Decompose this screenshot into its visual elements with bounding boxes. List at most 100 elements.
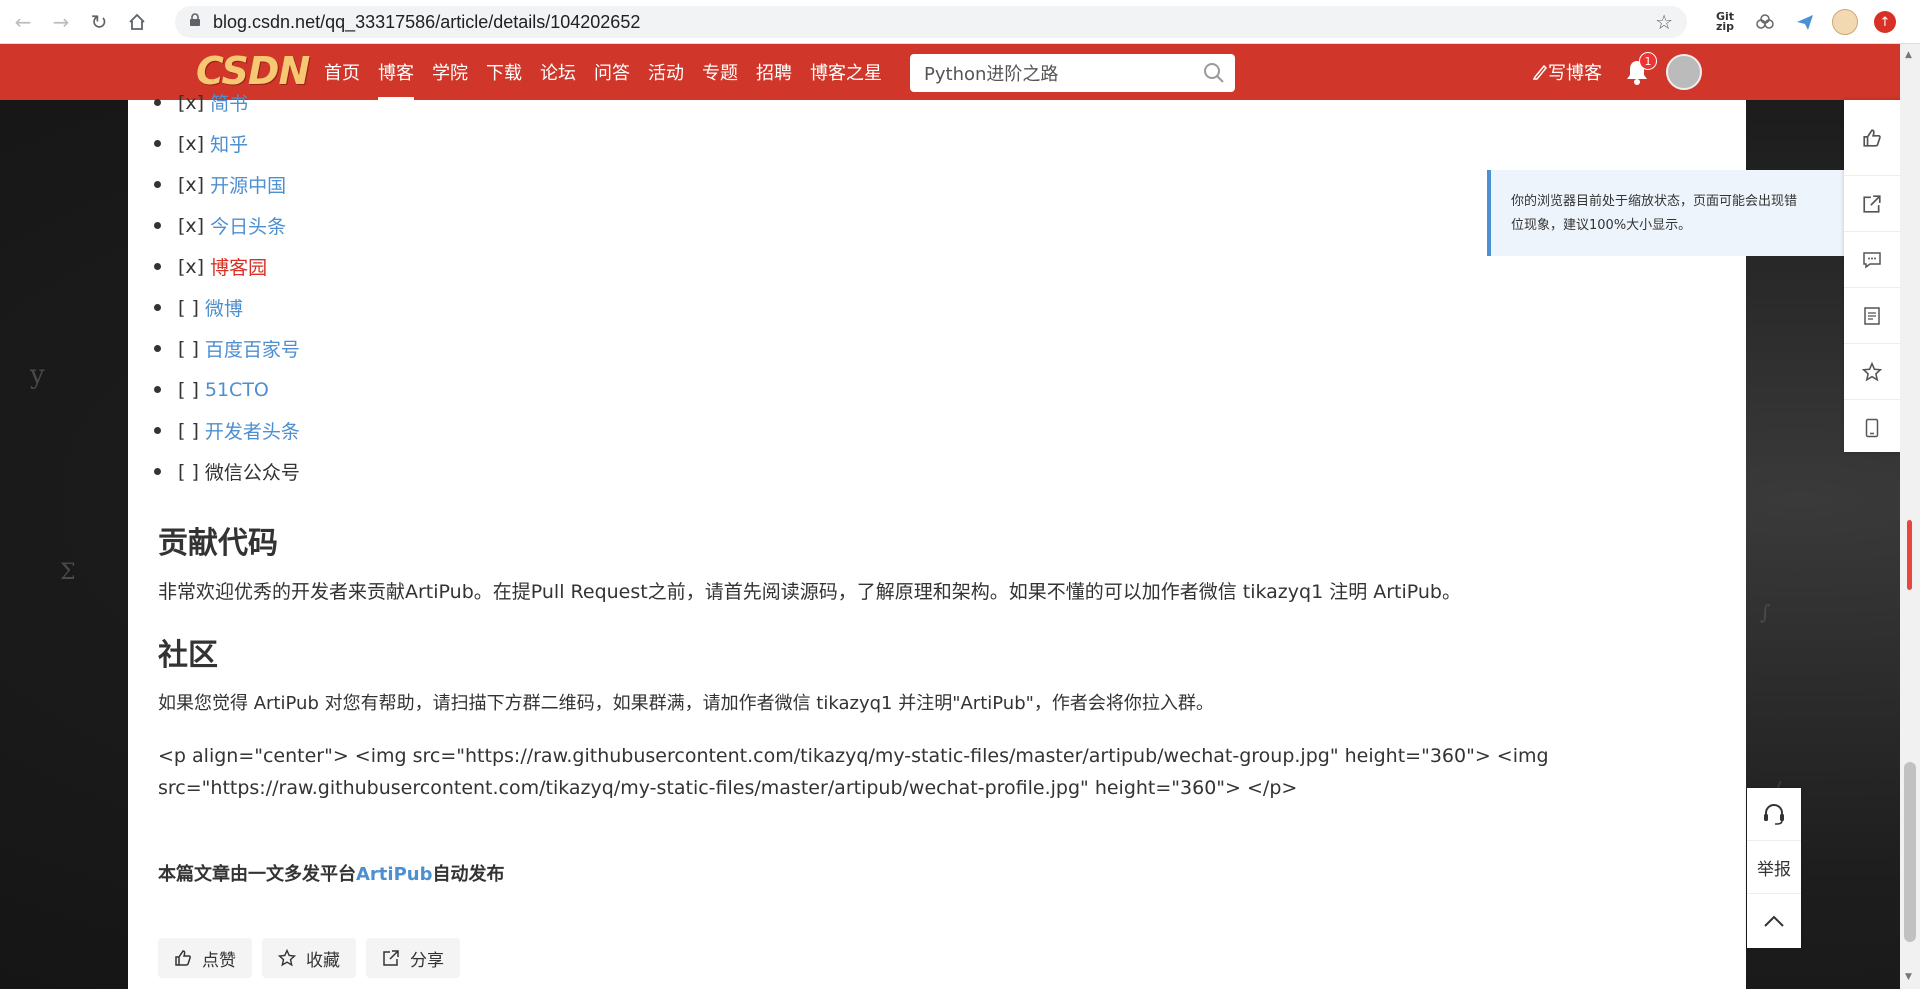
raw-html-text: <p align="center"> <img src="https://raw… (158, 740, 1578, 804)
thumbs-up-icon (1863, 128, 1881, 147)
nav-item-events[interactable]: 活动 (648, 44, 684, 100)
list-item: [x] 知乎 (178, 123, 300, 164)
chalk-scribble: Σ (60, 560, 76, 585)
headset-icon (1764, 804, 1784, 825)
report-button[interactable]: 举报 (1747, 841, 1801, 894)
send-plane-icon[interactable] (1790, 7, 1820, 37)
collect-button[interactable]: 收藏 (262, 938, 356, 978)
chevron-up-icon (1764, 915, 1784, 927)
platform-link[interactable]: 开源中国 (210, 171, 286, 198)
platform-link[interactable]: 开发者头条 (205, 417, 300, 444)
scroll-down-arrow[interactable]: ▼ (1905, 972, 1912, 982)
nav-item-forum[interactable]: 论坛 (540, 44, 576, 100)
list-item: [ ] 开发者头条 (178, 410, 300, 451)
nav-item-academy[interactable]: 学院 (432, 44, 468, 100)
community-text: 如果您觉得 ArtiPub 对您有帮助，请扫描下方群二维码，如果群满，请加作者微… (158, 693, 1214, 714)
float-collect-button[interactable] (1844, 344, 1900, 400)
nav-item-home[interactable]: 首页 (324, 44, 360, 100)
community-heading: 社区 (158, 638, 218, 673)
platform-list: [x] 简书 [x] 知乎 [x] 开源中国 [x] 今日头条 [x] 博客园 [ ] 微博… (178, 82, 300, 492)
home-button[interactable] (122, 7, 152, 37)
chalk-scribble: y (30, 360, 45, 390)
platform-link[interactable]: 简书 (210, 89, 248, 116)
platform-link[interactable]: 知乎 (210, 130, 248, 157)
list-item: [x] 今日头条 (178, 205, 300, 246)
user-avatar[interactable] (1666, 54, 1702, 90)
browser-toolbar: ← → ↻ blog.csdn.net/qq_33317586/article/… (0, 0, 1920, 44)
customer-service-button[interactable] (1747, 788, 1801, 841)
chalk-scribble: ∫ (1760, 600, 1771, 624)
list-item: [ ] 51CTO (178, 369, 300, 410)
document-icon (1864, 306, 1880, 325)
zoom-tip-line-1: 你的浏览器目前处于缩放状态，页面可能会出现错 (1511, 194, 1798, 209)
star-icon (278, 949, 296, 967)
list-item: [x] 开源中国 (178, 164, 300, 205)
list-item: [ ] 百度百家号 (178, 328, 300, 369)
gitzip-extension-icon[interactable]: Git zip (1710, 7, 1740, 37)
nav-item-blog-star[interactable]: 博客之星 (810, 44, 882, 100)
nav-item-qa[interactable]: 问答 (594, 44, 630, 100)
platform-link[interactable]: 博客园 (210, 253, 267, 280)
search-input[interactable] (924, 62, 1184, 84)
comment-icon (1863, 251, 1881, 268)
share-icon (383, 950, 399, 966)
checkbox-mark: [ ] (178, 296, 199, 319)
main-nav: 首页 博客 学院 下载 论坛 问答 活动 专题 招聘 博客之星 (324, 44, 900, 100)
like-button[interactable]: 点赞 (158, 938, 252, 978)
list-item: [ ] 微博 (178, 287, 300, 328)
share-button[interactable]: 分享 (366, 938, 460, 978)
checkbox-mark: [ ] (178, 337, 199, 360)
artipub-link[interactable]: ArtiPub (356, 864, 432, 885)
float-toc-button[interactable] (1844, 288, 1900, 344)
float-toolbar (1844, 100, 1900, 452)
nav-item-topics[interactable]: 专题 (702, 44, 738, 100)
nav-item-jobs[interactable]: 招聘 (756, 44, 792, 100)
side-tools: 举报 (1747, 788, 1801, 948)
forward-button[interactable]: → (46, 7, 76, 37)
nav-item-download[interactable]: 下载 (486, 44, 522, 100)
chrome-update-icon[interactable]: ↑ (1870, 7, 1900, 37)
float-share-button[interactable] (1844, 176, 1900, 232)
platform-name: 微信公众号 (204, 462, 300, 484)
platform-link[interactable]: 百度百家号 (205, 335, 300, 362)
search-icon[interactable] (1203, 62, 1225, 88)
platform-link[interactable]: 微博 (205, 294, 243, 321)
like-label: 点赞 (202, 950, 236, 971)
collect-label: 收藏 (306, 950, 340, 971)
platform-link[interactable]: 今日头条 (210, 212, 286, 239)
contribute-heading: 贡献代码 (158, 526, 278, 561)
publish-note-prefix: 本篇文章由一文多发平台 (158, 864, 356, 885)
share-icon (1863, 194, 1881, 213)
platform-link[interactable]: 51CTO (205, 379, 269, 401)
checkbox-mark: [ ] (178, 378, 199, 401)
checkbox-mark: [x] (178, 91, 205, 114)
write-blog-label: 写博客 (1548, 63, 1602, 84)
raw-html-line-1: <p align="center"> <img src="https://raw… (158, 745, 1549, 767)
profile-avatar[interactable] (1830, 7, 1860, 37)
reload-button[interactable]: ↻ (84, 7, 114, 37)
mobile-phone-icon (1865, 418, 1879, 438)
checkbox-mark: [ ] (178, 419, 199, 442)
nav-item-blog[interactable]: 博客 (378, 44, 414, 100)
list-item: [x] 博客园 (178, 246, 300, 287)
scroll-up-arrow[interactable]: ▲ (1905, 50, 1912, 60)
raw-html-line-2: src="https://raw.githubusercontent.com/t… (158, 777, 1298, 799)
extension-cloud-icon[interactable] (1750, 7, 1780, 37)
address-bar[interactable]: blog.csdn.net/qq_33317586/article/detail… (175, 6, 1687, 38)
page-scrollbar[interactable]: ▲ ▼ (1900, 44, 1920, 989)
write-blog-button[interactable]: 写博客 (1532, 44, 1602, 100)
float-like-button[interactable] (1844, 100, 1900, 176)
back-to-top-button[interactable] (1747, 894, 1801, 947)
checkbox-mark: [x] (178, 255, 205, 278)
back-button[interactable]: ← (8, 7, 38, 37)
float-comment-button[interactable] (1844, 232, 1900, 288)
bookmark-star-icon[interactable]: ☆ (1655, 10, 1673, 34)
list-item: [ ] 微信公众号 (178, 451, 300, 492)
share-label: 分享 (410, 950, 444, 971)
float-mobile-button[interactable] (1844, 400, 1900, 456)
reading-progress-marker (1907, 520, 1912, 590)
star-icon (1862, 361, 1882, 381)
scrollbar-thumb[interactable] (1904, 762, 1916, 942)
thumbs-up-icon (175, 950, 191, 966)
zoom-tip-line-2: 位现象，建议100%大小显示。 (1511, 218, 1692, 233)
